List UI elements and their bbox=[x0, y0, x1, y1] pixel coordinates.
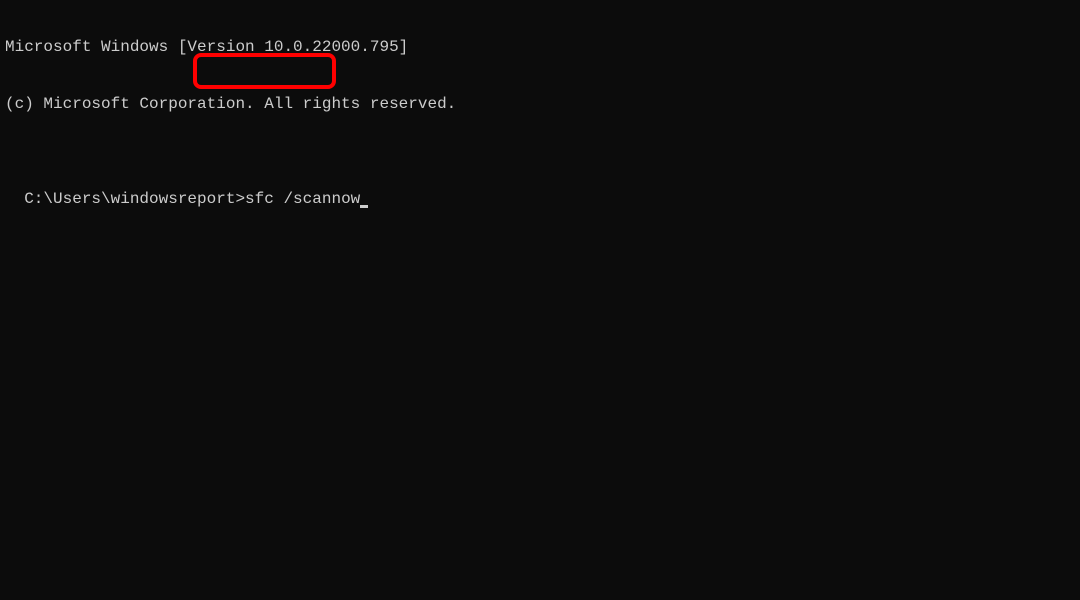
terminal-output[interactable]: Microsoft Windows [Version 10.0.22000.79… bbox=[0, 0, 1080, 209]
prompt-path: C:\Users\windowsreport> bbox=[24, 190, 245, 208]
version-line: Microsoft Windows [Version 10.0.22000.79… bbox=[5, 38, 1075, 57]
copyright-line: (c) Microsoft Corporation. All rights re… bbox=[5, 95, 1075, 114]
cursor-icon bbox=[360, 205, 368, 208]
prompt-line[interactable]: C:\Users\windowsreport>sfc /scannow bbox=[24, 190, 368, 209]
command-input[interactable]: sfc /scannow bbox=[245, 190, 360, 208]
blank-line bbox=[5, 152, 1075, 171]
